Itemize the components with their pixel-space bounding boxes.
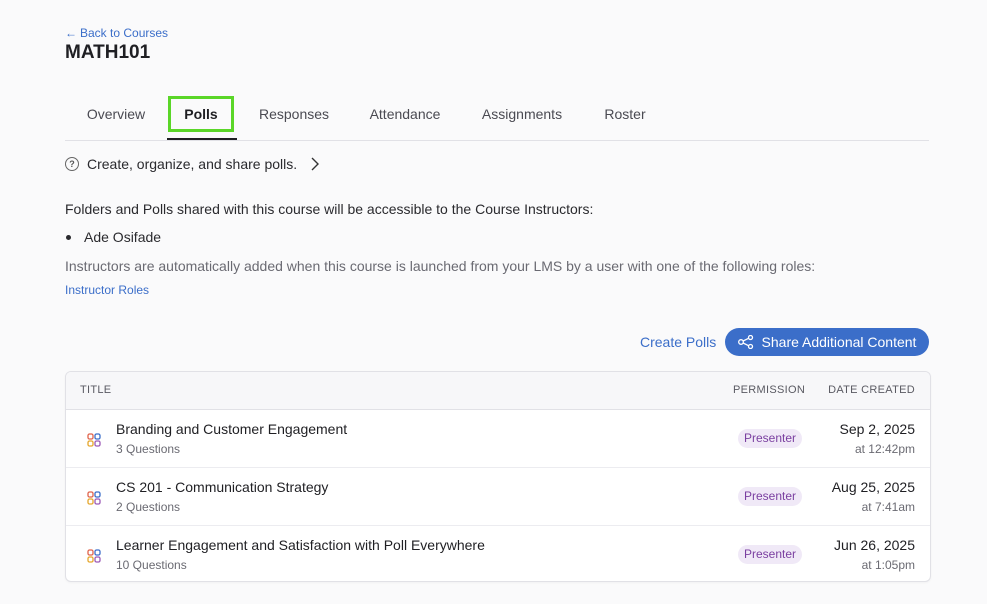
time-created: at 7:41am [861, 500, 915, 514]
shared-polls-table: TITLE PERMISSION DATE CREATED Branding a… [65, 371, 931, 582]
tab-attendance[interactable]: Attendance [368, 96, 442, 132]
column-header-title: TITLE [80, 384, 112, 396]
create-polls-link[interactable]: Create Polls [640, 334, 716, 350]
table-row[interactable]: CS 201 - Communication Strategy 2 Questi… [66, 468, 930, 526]
permission-badge: Presenter [738, 487, 803, 506]
instructor-list: Ade Osifade [65, 229, 161, 245]
question-count: 3 Questions [116, 442, 181, 456]
table-header: TITLE PERMISSION DATE CREATED [66, 372, 930, 410]
time-created: at 1:05pm [861, 558, 915, 572]
arrow-left-icon: ← [65, 26, 77, 40]
roles-note: Instructors are automatically added when… [65, 258, 816, 274]
table-row[interactable]: Branding and Customer Engagement 3 Quest… [66, 410, 930, 468]
poll-title[interactable]: Learner Engagement and Satisfaction with… [116, 537, 485, 553]
active-tab-underline [167, 138, 237, 140]
date-created: Aug 25, 2025 [831, 479, 915, 495]
tab-roster[interactable]: Roster [603, 96, 647, 132]
question-count: 2 Questions [116, 500, 181, 514]
share-additional-content-button[interactable]: Share Additional Content [725, 328, 929, 356]
tab-polls[interactable]: Polls [168, 96, 234, 132]
table-row[interactable]: Learner Engagement and Satisfaction with… [66, 526, 930, 581]
share-button-label: Share Additional Content [761, 334, 917, 350]
question-circle-icon: ? [65, 157, 79, 171]
share-icon [737, 335, 753, 349]
sharing-info: Folders and Polls shared with this cours… [65, 201, 594, 217]
course-page: ← Back to Courses MATH101 Overview Polls… [0, 0, 987, 604]
course-tabs: Overview Polls Responses Attendance Assi… [65, 96, 929, 141]
back-link-label: Back to Courses [80, 26, 169, 40]
question-count: 10 Questions [116, 558, 187, 572]
poll-grid-icon [87, 549, 101, 563]
back-to-courses-link[interactable]: ← Back to Courses [65, 26, 168, 40]
poll-grid-icon [87, 433, 101, 447]
course-title: MATH101 [65, 42, 151, 63]
poll-title[interactable]: Branding and Customer Engagement [116, 421, 347, 437]
chevron-right-icon[interactable] [307, 156, 323, 172]
date-created: Jun 26, 2025 [834, 537, 915, 553]
poll-grid-icon [87, 491, 101, 505]
help-text: Create, organize, and share polls. [87, 156, 298, 172]
instructor-name: Ade Osifade [84, 229, 162, 245]
permission-badge: Presenter [738, 545, 803, 564]
poll-title[interactable]: CS 201 - Communication Strategy [116, 479, 328, 495]
permission-badge: Presenter [738, 429, 803, 448]
help-row: ? Create, organize, and share polls. [65, 156, 323, 172]
date-created: Sep 2, 2025 [839, 421, 915, 437]
tab-overview[interactable]: Overview [86, 96, 146, 132]
tab-assignments[interactable]: Assignments [481, 96, 563, 132]
instructor-roles-link[interactable]: Instructor Roles [65, 283, 149, 297]
column-header-permission: PERMISSION [733, 384, 806, 396]
bullet-icon [66, 234, 71, 240]
list-item: Ade Osifade [65, 229, 161, 245]
tab-responses[interactable]: Responses [259, 96, 329, 132]
time-created: at 12:42pm [854, 442, 915, 456]
column-header-date-created: DATE CREATED [828, 384, 915, 396]
